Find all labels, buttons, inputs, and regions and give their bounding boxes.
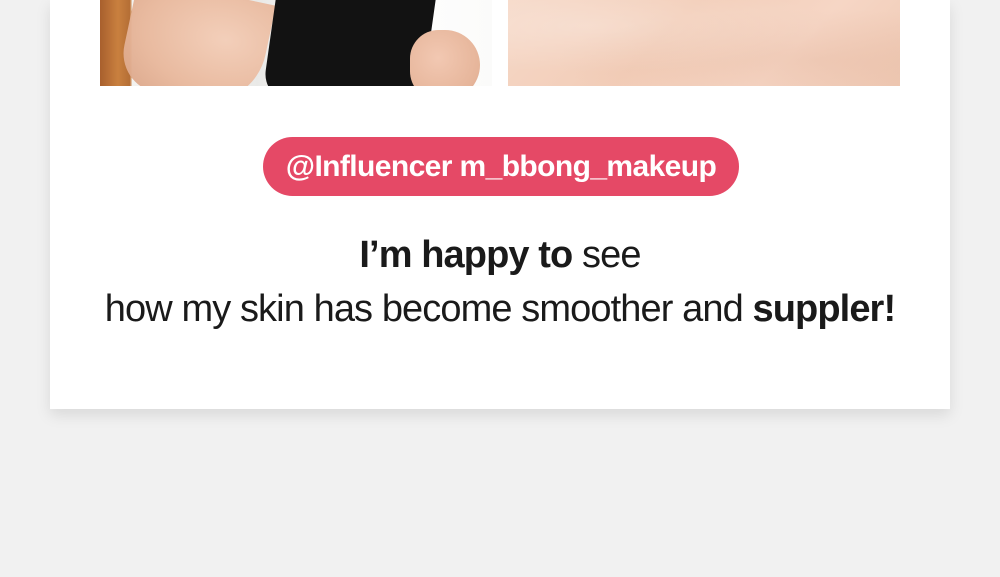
influencer-arm: [116, 0, 276, 86]
quote-line-1-rest: see: [572, 234, 641, 276]
quote-line-1-bold: I’m happy to: [359, 234, 573, 276]
review-card: @Influencer m_bbong_makeup I’m happy to …: [50, 0, 950, 409]
quote-line-2-rest: how my skin has become smoother and: [104, 288, 753, 330]
skin-closeup-photo: [508, 0, 900, 86]
quote-line-1: I’m happy to see: [50, 234, 950, 277]
influencer-photo: [100, 0, 492, 86]
quote-line-2: how my skin has become smoother and supp…: [50, 288, 950, 331]
quote-line-2-bold: suppler!: [752, 288, 897, 330]
influencer-hand: [410, 30, 480, 86]
influencer-handle: @Influencer m_bbong_makeup: [285, 149, 717, 183]
skin-texture: [508, 0, 900, 86]
influencer-badge: @Influencer m_bbong_makeup: [263, 137, 739, 196]
